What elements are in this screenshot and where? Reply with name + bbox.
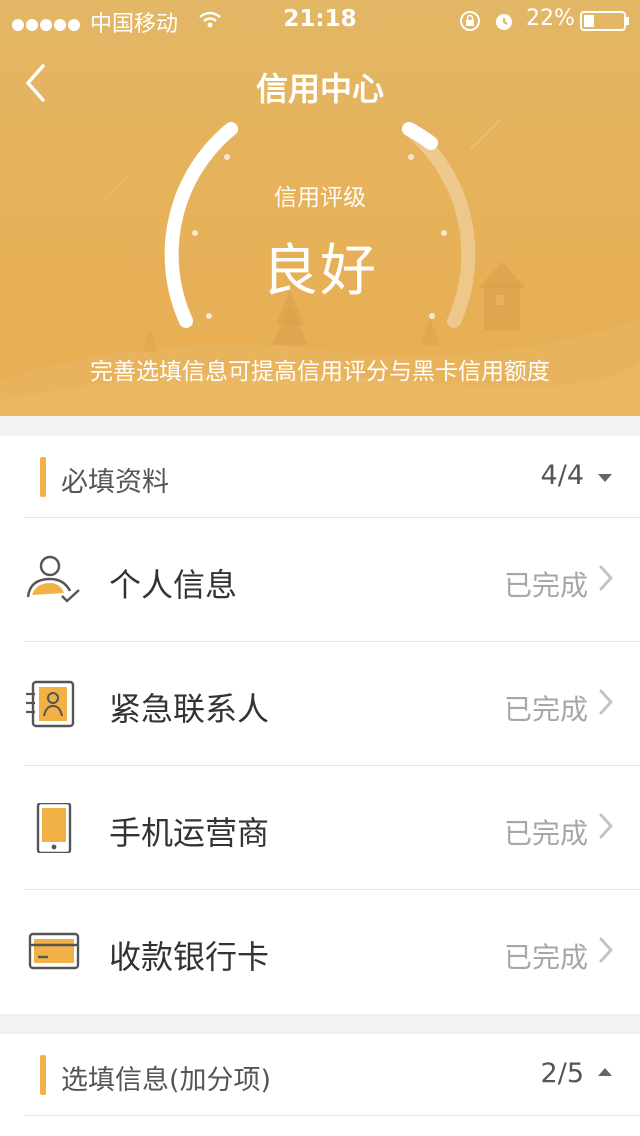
chevron-right-icon [599, 813, 613, 839]
row-status: 已完成 [503, 693, 588, 726]
row-status: 已完成 [503, 817, 588, 850]
person-check-icon [26, 555, 80, 603]
row-label: 个人信息 [109, 566, 238, 604]
section-title: 必填资料 [61, 467, 169, 498]
rotation-lock-icon [458, 9, 482, 39]
credit-center-screen: 中国移动 21:18 22% 信用中心 信用评级 良好 完善选填信息可提高信用评… [0, 0, 640, 1136]
section-count: 4/4 [540, 460, 584, 491]
optional-section-header[interactable]: 选填信息(加分项) 2/5 [24, 1034, 640, 1116]
section-count: 2/5 [540, 1058, 584, 1089]
alarm-icon [492, 9, 516, 39]
list-item-mobile-carrier[interactable]: 手机运营商 已完成 [24, 766, 640, 890]
credit-hint-text: 完善选填信息可提高信用评分与黑卡信用额度 [90, 359, 550, 385]
credit-rating-value: 良好 [262, 239, 378, 304]
section-accent-bar [40, 457, 46, 497]
list-item-bank-card[interactable]: 收款银行卡 已完成 [24, 890, 640, 1014]
bank-card-icon [28, 932, 80, 970]
contact-card-icon [26, 680, 75, 728]
section-accent-bar [40, 1055, 46, 1095]
caret-up-icon[interactable] [598, 1068, 612, 1076]
phone-icon [36, 803, 72, 853]
battery-icon [580, 11, 630, 37]
required-info-section: 必填资料 4/4 个人信息 已完成 紧急联系人 已完成 手机运营商 已完成 收款… [0, 436, 640, 1014]
caret-down-icon[interactable] [598, 474, 612, 482]
row-status: 已完成 [503, 569, 588, 602]
required-section-header[interactable]: 必填资料 4/4 [24, 436, 640, 518]
row-label: 收款银行卡 [109, 938, 270, 976]
chevron-right-icon [599, 937, 613, 963]
optional-info-section: 选填信息(加分项) 2/5 [0, 1034, 640, 1136]
list-item-personal-info[interactable]: 个人信息 已完成 [24, 518, 640, 642]
status-bar: 中国移动 21:18 22% [0, 0, 640, 40]
chevron-right-icon [599, 689, 613, 715]
credit-rating-label: 信用评级 [274, 185, 366, 211]
row-label: 紧急联系人 [109, 690, 270, 728]
section-title: 选填信息(加分项) [61, 1065, 272, 1096]
chevron-right-icon [599, 565, 613, 591]
page-title: 信用中心 [255, 70, 384, 108]
row-label: 手机运营商 [109, 814, 270, 852]
credit-header: 中国移动 21:18 22% 信用中心 信用评级 良好 完善选填信息可提高信用评… [0, 0, 640, 416]
battery-percent: 22% [526, 6, 575, 31]
list-item-emergency-contact[interactable]: 紧急联系人 已完成 [24, 642, 640, 766]
row-status: 已完成 [503, 941, 588, 974]
nav-bar: 信用中心 [0, 40, 640, 128]
